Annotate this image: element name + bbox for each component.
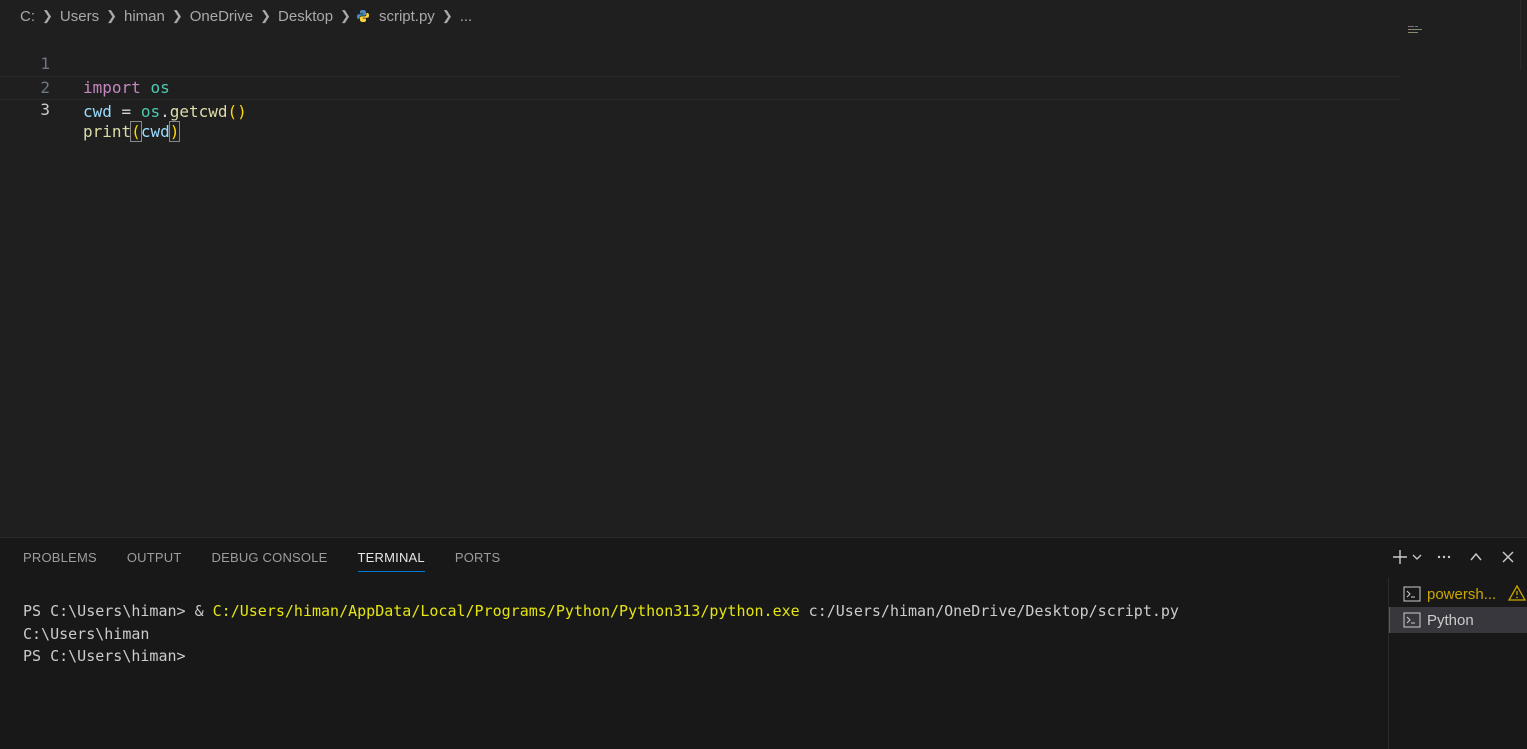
panel-tabs: PROBLEMS OUTPUT DEBUG CONSOLE TERMINAL P… xyxy=(23,550,500,572)
python-file-icon xyxy=(356,10,369,22)
close-icon[interactable] xyxy=(1497,546,1519,568)
breadcrumb: C: ❯ Users ❯ himan ❯ OneDrive ❯ Desktop … xyxy=(18,5,474,27)
chevron-right-icon: ❯ xyxy=(260,8,272,23)
breadcrumb-users[interactable]: Users xyxy=(58,8,101,25)
module-token: os xyxy=(140,102,161,121)
bracket-match: ) xyxy=(168,121,181,142)
terminal-line: PS C:\Users\himan> & C:/Users/himan/AppD… xyxy=(23,602,1179,620)
tab-ports[interactable]: PORTS xyxy=(455,550,501,572)
line-number: 3 xyxy=(40,100,50,119)
warning-icon xyxy=(1508,585,1526,601)
chevron-right-icon: ❯ xyxy=(106,8,117,23)
terminal-item-python[interactable]: Python xyxy=(1389,607,1527,633)
variable-token: cwd xyxy=(83,102,112,121)
breadcrumb-file[interactable]: script.py xyxy=(377,8,437,25)
function-token: print xyxy=(83,122,132,141)
terminal-icon xyxy=(1403,612,1421,628)
terminal-line: C:\Users\himan xyxy=(23,624,150,643)
tab-output[interactable]: OUTPUT xyxy=(127,550,182,572)
tab-problems[interactable]: PROBLEMS xyxy=(23,550,97,572)
terminal-line: PS C:\Users\himan> xyxy=(23,647,186,665)
minimap[interactable] xyxy=(1408,24,1426,34)
terminal-item-powershell[interactable]: powersh... xyxy=(1389,581,1527,607)
chevron-right-icon: ❯ xyxy=(441,8,453,23)
function-token: getcwd xyxy=(169,102,228,121)
bracket-match: ( xyxy=(130,121,142,142)
breadcrumb-desktop[interactable]: Desktop xyxy=(276,8,335,25)
terminal-item-label: powersh... xyxy=(1427,585,1497,603)
breadcrumb-onedrive[interactable]: OneDrive xyxy=(188,8,255,25)
tab-terminal[interactable]: TERMINAL xyxy=(357,550,425,572)
code-editor[interactable]: 1 import os 2 cwd = os.getcwd() 3 print(… xyxy=(0,28,1400,142)
variable-token: cwd xyxy=(140,122,170,141)
more-icon[interactable] xyxy=(1433,546,1455,568)
terminal-item-label: Python xyxy=(1427,611,1474,629)
chevron-right-icon: ❯ xyxy=(42,8,53,23)
panel-actions xyxy=(1389,546,1519,568)
breadcrumb-himan[interactable]: himan xyxy=(122,8,167,25)
terminal-icon xyxy=(1403,586,1421,602)
tab-debug-console[interactable]: DEBUG CONSOLE xyxy=(212,550,328,572)
breadcrumb-drive[interactable]: C: xyxy=(18,8,37,25)
maximize-icon[interactable] xyxy=(1465,546,1487,568)
code-line[interactable]: 1 import os xyxy=(0,28,1400,97)
add-terminal-icon[interactable] xyxy=(1389,546,1411,568)
code-line[interactable]: 2 cwd = os.getcwd() xyxy=(0,52,1400,121)
terminal-list: powersh... Python xyxy=(1388,578,1527,749)
chevron-right-icon: ❯ xyxy=(171,8,183,23)
terminal-command: C:/Users/himan/AppData/Local/Programs/Py… xyxy=(212,602,800,620)
bottom-panel: PROBLEMS OUTPUT DEBUG CONSOLE TERMINAL P… xyxy=(0,537,1527,749)
code-line-current[interactable]: 3 print(cwd) xyxy=(0,76,1400,142)
terminal-output[interactable]: PS C:\Users\himan> & C:/Users/himan/AppD… xyxy=(23,600,1373,668)
editor-area[interactable]: C: ❯ Users ❯ himan ❯ OneDrive ❯ Desktop … xyxy=(0,0,1527,537)
chevron-right-icon: ❯ xyxy=(340,8,351,23)
breadcrumb-symbols[interactable]: ... xyxy=(458,8,475,25)
editor-scrollbar[interactable] xyxy=(1520,0,1527,70)
chevron-down-icon[interactable] xyxy=(1411,546,1423,568)
